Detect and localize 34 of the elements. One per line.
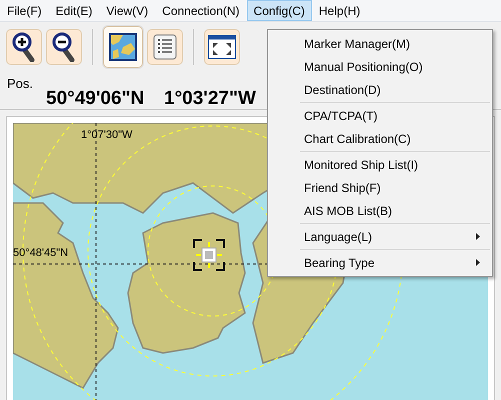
menu-option[interactable]: Language(L) (300, 225, 490, 248)
toolbar-button[interactable] (103, 26, 143, 68)
menu-item[interactable]: Config(C) (246, 0, 312, 21)
menu-option[interactable]: Marker Manager(M) (300, 32, 490, 55)
menu-option[interactable]: Chart Calibration(C) (300, 127, 490, 150)
zoom-in-icon (11, 32, 37, 62)
latitude-value: 50°49'06"N (46, 87, 144, 111)
menu-item[interactable]: File(F) (0, 0, 49, 21)
longitude-value: 1°03'27"W (164, 87, 256, 111)
fullscreen-icon (208, 35, 236, 59)
menu-item[interactable]: Help(H) (312, 0, 368, 21)
latitude-grid-label: 50°48'45"N (13, 246, 68, 261)
menu-item[interactable]: Connection(N) (155, 0, 247, 21)
list-icon (153, 34, 177, 60)
menu-option[interactable]: Manual Positioning(O) (300, 55, 490, 78)
toolbar-button[interactable] (6, 29, 42, 65)
longitude-grid-label: 1°07'30"W (81, 128, 132, 143)
menu-option[interactable]: Friend Ship(F) (300, 176, 490, 199)
toolbar-button[interactable] (204, 29, 240, 65)
zoom-out-icon (51, 32, 77, 62)
toolbar-button[interactable] (46, 29, 82, 65)
target-marker-icon (193, 239, 225, 271)
menu-option[interactable]: CPA/TCPA(T) (300, 104, 490, 127)
menu-item[interactable]: Edit(E) (48, 0, 100, 21)
toolbar-button[interactable] (147, 29, 183, 65)
menu-option[interactable]: Monitored Ship List(I) (300, 153, 490, 176)
submenu-arrow-icon (476, 259, 480, 266)
chart-icon (109, 33, 137, 61)
menu-option[interactable]: Destination(D) (300, 78, 490, 101)
menu-option[interactable]: AIS MOB List(B) (300, 199, 490, 222)
submenu-arrow-icon (476, 233, 480, 240)
position-label: Pos. (7, 75, 34, 93)
menu-item[interactable]: View(V) (99, 0, 156, 21)
menu-option[interactable]: Bearing Type (300, 251, 490, 274)
